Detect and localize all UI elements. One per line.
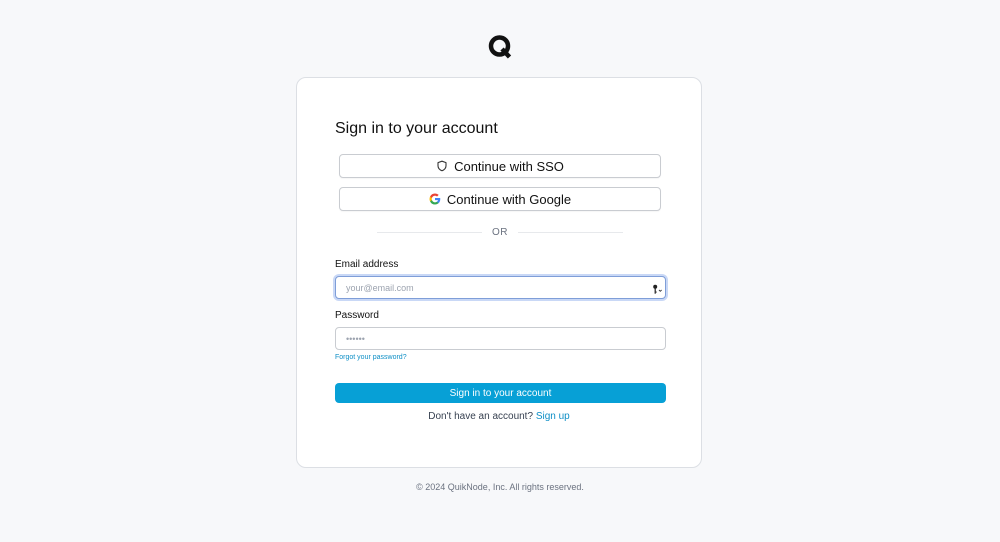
- login-card: Sign in to your account Continue with SS…: [296, 77, 702, 468]
- signup-prompt: Don't have an account? Sign up: [297, 411, 701, 422]
- footer-copyright: © 2024 QuikNode, Inc. All rights reserve…: [416, 482, 584, 492]
- quiknode-logo-icon: [487, 34, 513, 60]
- continue-with-sso-button[interactable]: Continue with SSO: [339, 154, 661, 178]
- google-g-icon: [429, 193, 441, 205]
- forgot-password-link[interactable]: Forgot your password?: [335, 354, 407, 361]
- divider-or-text: OR: [492, 226, 508, 238]
- or-divider: OR: [377, 225, 623, 239]
- divider-line-left: [377, 231, 482, 233]
- sign-in-button[interactable]: Sign in to your account: [335, 383, 666, 403]
- password-field[interactable]: [336, 328, 665, 349]
- sso-button-label: Continue with SSO: [454, 158, 564, 174]
- google-button-label: Continue with Google: [446, 191, 572, 207]
- password-field-wrapper: [335, 327, 666, 350]
- shield-icon: [436, 160, 448, 172]
- email-field-wrapper: [335, 276, 666, 299]
- page-title: Sign in to your account: [335, 120, 498, 137]
- password-label: Password: [335, 310, 379, 321]
- key-icon[interactable]: [652, 282, 663, 294]
- signup-prompt-text: Don't have an account?: [428, 411, 534, 422]
- continue-with-google-button[interactable]: Continue with Google: [339, 187, 661, 211]
- email-label: Email address: [335, 259, 399, 270]
- sign-up-link[interactable]: Sign up: [536, 411, 570, 422]
- divider-line-right: [518, 231, 623, 233]
- email-field[interactable]: [336, 277, 665, 298]
